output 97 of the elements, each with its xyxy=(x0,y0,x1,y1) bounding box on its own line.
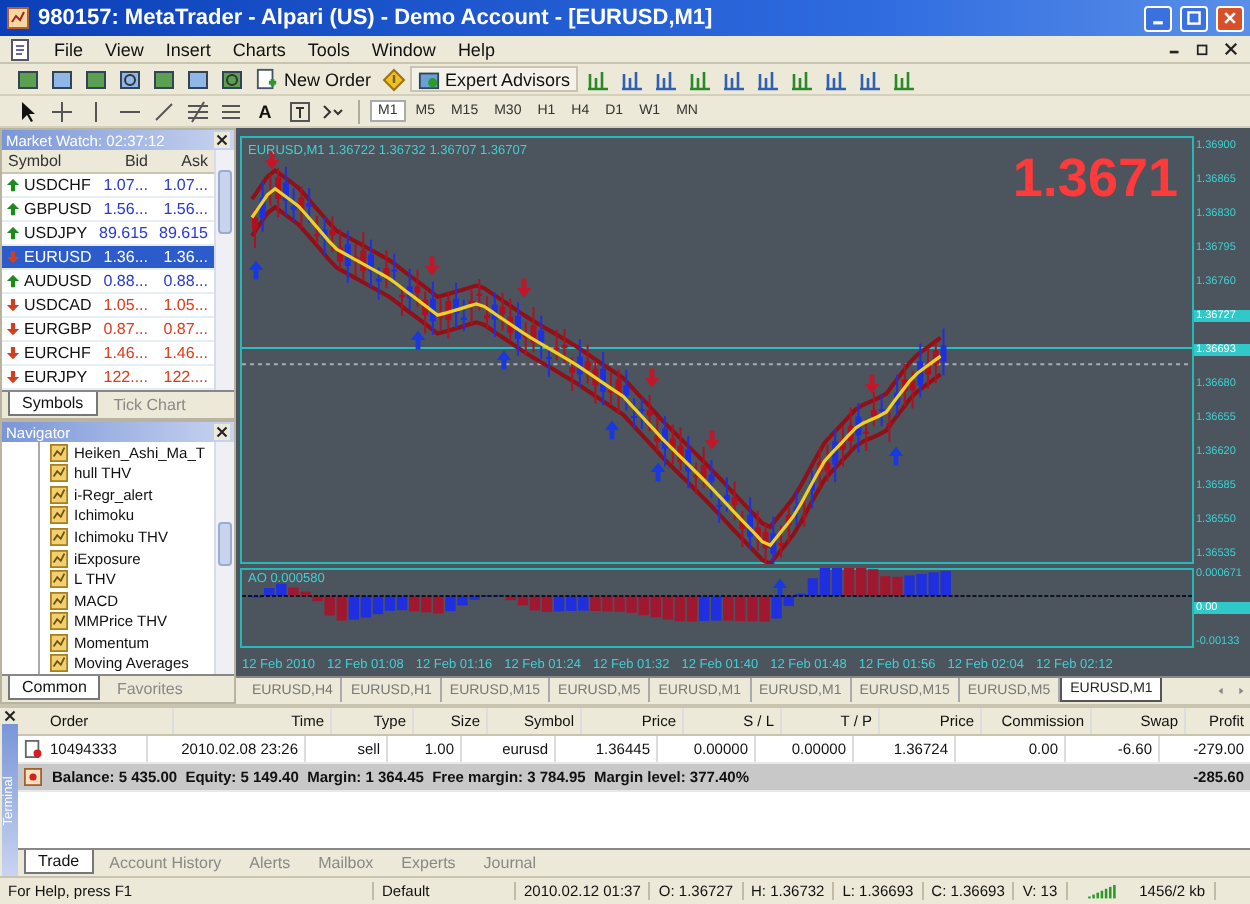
close-button[interactable] xyxy=(214,132,230,148)
price-display: 1.3671 xyxy=(1012,148,1178,210)
symbol-name: GBPUSD xyxy=(24,200,92,218)
indicator-icon xyxy=(50,549,68,567)
symbol-row[interactable]: USDCHF 1.07... 1.07... xyxy=(2,174,214,198)
bid-price: 0.88... xyxy=(101,272,150,290)
symbol-name: USDCHF xyxy=(24,176,91,194)
close-icon xyxy=(1224,42,1238,56)
text-label-icon[interactable] xyxy=(284,98,314,124)
up-arrow-icon xyxy=(247,260,264,281)
symbol-row[interactable]: AUDUSD 0.88... 0.88... xyxy=(2,270,214,294)
window-title: 980157: MetaTrader - Alpari (US) - Demo Account - [EURUSD,M1] xyxy=(38,6,713,30)
document-icon xyxy=(8,37,32,61)
ask-price: 1.46... xyxy=(161,344,210,362)
ask-price: 89.615 xyxy=(157,224,210,242)
symbol-name: EURCHF xyxy=(24,344,91,362)
new-order-button[interactable]: New Order xyxy=(250,66,378,92)
indicator-icon xyxy=(50,485,68,504)
app-icon xyxy=(6,6,30,30)
up-arrow-icon xyxy=(649,461,666,482)
indicator-icon xyxy=(50,464,68,483)
fibonacci-icon[interactable] xyxy=(182,98,212,124)
down-arrow-icon xyxy=(643,368,660,389)
symbol-name: USDJPY xyxy=(24,224,88,242)
indicator-icon xyxy=(50,654,68,673)
close-icon xyxy=(1222,10,1238,26)
symbol-name: EURJPY xyxy=(24,368,88,386)
bid-price: 122.... xyxy=(101,368,150,386)
indicator-icon xyxy=(50,506,68,525)
menu-item[interactable]: Charts xyxy=(232,39,286,59)
left-triangle-icon xyxy=(1215,685,1225,695)
symbol-row[interactable]: EURGBP 0.87... 0.87... xyxy=(2,318,214,342)
up-arrow-icon xyxy=(495,350,512,371)
close-button[interactable] xyxy=(1,708,17,724)
menu-item[interactable]: Tools xyxy=(307,39,350,59)
menu-item[interactable]: File xyxy=(54,39,84,59)
symbol-row[interactable]: EURCHF 1.46... 1.46... xyxy=(2,342,214,366)
ask-price: 0.88... xyxy=(161,272,210,290)
ask-price: 1.07... xyxy=(161,176,210,194)
symbol-row[interactable]: USDCAD 1.05... 1.05... xyxy=(2,294,214,318)
down-arrow-icon xyxy=(703,430,719,451)
restore-icon xyxy=(1196,42,1210,56)
down-arrow-icon xyxy=(864,373,881,394)
indicator-icon xyxy=(50,443,68,462)
symbol-row[interactable]: EURUSD 1.36... 1.36... xyxy=(2,246,214,270)
right-triangle-icon xyxy=(1235,685,1245,695)
order-icon xyxy=(24,740,42,758)
panel-tab[interactable]: Common xyxy=(8,676,101,700)
bid-price: 1.56... xyxy=(101,200,150,218)
bid-price: 1.07... xyxy=(101,176,150,194)
symbol-row[interactable]: GBPUSD 1.56... 1.56... xyxy=(2,198,214,222)
down-arrow-icon xyxy=(515,278,532,299)
column-header[interactable]: Bid xyxy=(94,152,154,170)
column-header[interactable]: Ask xyxy=(154,152,214,170)
indicator-icon xyxy=(50,570,68,589)
indicator-icon xyxy=(50,591,68,610)
close-button[interactable] xyxy=(1220,39,1242,59)
bid-price: 0.87... xyxy=(101,320,150,338)
ask-price: 0.87... xyxy=(161,320,210,338)
balance-icon xyxy=(24,768,42,786)
up-arrow-icon xyxy=(888,445,905,466)
expert-advisors-button[interactable]: Expert Advisors xyxy=(409,66,579,92)
menu-item[interactable]: Window xyxy=(371,39,436,59)
scrollbar[interactable] xyxy=(214,442,234,674)
document-plus-icon xyxy=(256,68,278,90)
bar-chart-icon[interactable] xyxy=(582,66,613,92)
ask-price: 122.... xyxy=(161,368,210,386)
connection-icon xyxy=(1083,883,1116,899)
bid-price: 1.05... xyxy=(101,296,150,314)
symbol-name: EURGBP xyxy=(24,320,92,338)
indicator-icon xyxy=(50,527,68,546)
maximize-icon xyxy=(1186,10,1202,26)
menu-item[interactable]: Help xyxy=(457,39,495,59)
symbol-name: USDCAD xyxy=(24,296,92,314)
bid-price: 89.615 xyxy=(97,224,150,242)
terminal-tab[interactable]: Trade xyxy=(24,850,94,874)
down-arrow-icon xyxy=(423,255,440,276)
symbol-name: AUDUSD xyxy=(24,272,92,290)
up-arrow-icon xyxy=(603,419,620,440)
panel-tab[interactable]: Symbols xyxy=(8,392,98,416)
maximize-button[interactable] xyxy=(1180,5,1208,31)
ask-price: 1.36... xyxy=(161,248,210,266)
symbol-name: EURUSD xyxy=(24,248,92,266)
up-arrow-icon xyxy=(409,330,426,351)
scrollbar[interactable] xyxy=(214,150,234,390)
alert-icon[interactable] xyxy=(381,67,406,91)
ask-price: 1.56... xyxy=(161,200,210,218)
menu-item[interactable]: Insert xyxy=(165,39,211,59)
menu-item[interactable]: View xyxy=(105,39,144,59)
indicator-icon xyxy=(50,612,68,631)
indicator-icon xyxy=(50,633,68,652)
column-header[interactable]: Symbol xyxy=(2,152,94,170)
bid-price: 1.36... xyxy=(101,248,150,266)
ask-price: 1.05... xyxy=(161,296,210,314)
bid-price: 1.46... xyxy=(101,344,150,362)
close-button[interactable] xyxy=(214,424,230,440)
text-tool-button[interactable]: A xyxy=(250,98,280,124)
